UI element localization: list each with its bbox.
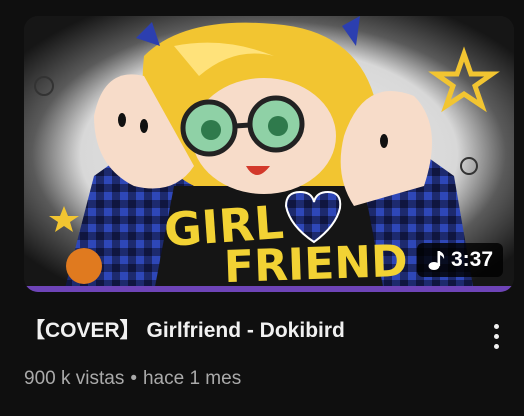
menu-dot [493,343,499,349]
music-note-icon [428,251,445,270]
watch-progress-fill [24,286,514,292]
watch-progress-bar [24,286,514,292]
svg-text:FRIEND: FRIEND [223,236,408,292]
duration-badge: 3:37 [416,243,503,277]
meta-separator: • [130,368,137,389]
duration-text: 3:37 [450,248,493,271]
video-title[interactable]: 【COVER】 Girlfriend - Dokibird [24,316,464,346]
upload-age: hace 1 mes [142,368,242,389]
menu-dot [493,323,499,329]
video-thumbnail[interactable]: GIRL FRIEND 3:37 [24,16,514,292]
more-vert-icon[interactable] [482,316,510,356]
video-metadata: 900 k vistas • hace 1 mes [24,366,241,392]
video-card[interactable]: GIRL FRIEND 3:37 【COVER】 Girlfriend - Do… [0,0,524,416]
menu-dot [493,333,499,339]
view-count: 900 k vistas [24,368,125,389]
